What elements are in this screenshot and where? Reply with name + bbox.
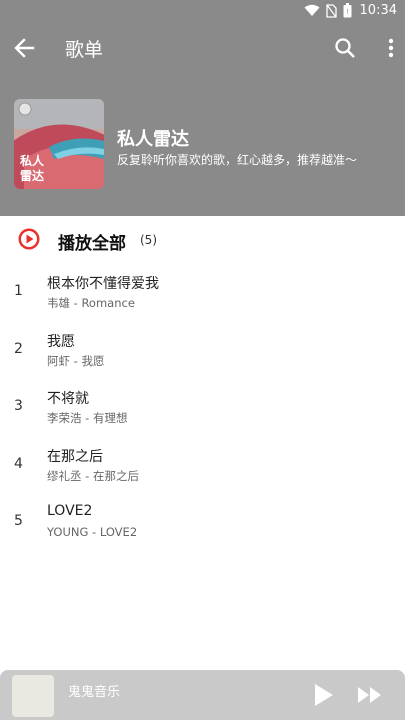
song-artist-album: 缪礼丞 - 在那之后 bbox=[47, 468, 139, 483]
more-vertical-icon bbox=[388, 38, 394, 58]
song-artist-album: 阿虾 - 我愿 bbox=[47, 353, 105, 368]
song-title: 在那之后 bbox=[47, 448, 103, 465]
cover-label: 私人 雷达 bbox=[20, 154, 45, 183]
song-index: 1 bbox=[14, 283, 23, 299]
play-all-button[interactable]: 播放全部 (5) bbox=[0, 216, 405, 264]
toolbar: 歌单 bbox=[0, 24, 405, 72]
page-title: 歌单 bbox=[65, 39, 104, 61]
playlist-name: 私人雷达 bbox=[117, 129, 189, 150]
search-button[interactable] bbox=[331, 34, 359, 62]
play-icon[interactable] bbox=[310, 682, 336, 708]
song-count: (5) bbox=[140, 233, 157, 247]
status-bar: ! 10:34 bbox=[0, 0, 405, 24]
search-icon bbox=[335, 38, 355, 58]
play-circle-icon bbox=[18, 228, 40, 250]
song-index: 5 bbox=[14, 513, 23, 529]
wifi-icon bbox=[304, 4, 320, 16]
no-sim-icon bbox=[325, 3, 337, 18]
song-index: 3 bbox=[14, 398, 23, 414]
song-index: 2 bbox=[14, 340, 23, 357]
svg-text:!: ! bbox=[346, 8, 349, 16]
playlist-cover[interactable]: 私人 雷达 bbox=[14, 99, 104, 189]
song-list: 1 根本你不懂得爱我 韦雄 - Romance 2 我愿 阿虾 - 我愿 3 不… bbox=[0, 264, 405, 552]
back-button[interactable] bbox=[10, 34, 38, 62]
mini-player-title: 鬼鬼音乐 bbox=[68, 685, 121, 700]
song-index: 4 bbox=[14, 455, 23, 472]
song-title: LOVE2 bbox=[47, 503, 93, 519]
song-title: 不将就 bbox=[47, 391, 89, 407]
song-row[interactable]: 5 LOVE2 YOUNG - LOVE2 bbox=[0, 494, 405, 552]
song-artist-album: 韦雄 - Romance bbox=[47, 296, 135, 310]
mini-player-cover[interactable] bbox=[12, 675, 54, 717]
status-time: 10:34 bbox=[359, 3, 397, 18]
battery-icon: ! bbox=[343, 3, 352, 18]
status-icons: ! 10:34 bbox=[304, 3, 397, 18]
song-title: 我愿 bbox=[47, 333, 75, 350]
more-options-button[interactable] bbox=[383, 34, 399, 62]
mini-player[interactable]: 鬼鬼音乐 bbox=[0, 670, 405, 720]
arrow-left-icon bbox=[14, 38, 35, 58]
song-row[interactable]: 3 不将就 李荣浩 - 有理想 bbox=[0, 379, 405, 437]
song-title: 根本你不懂得爱我 bbox=[47, 276, 159, 292]
song-artist-album: 李荣浩 - 有理想 bbox=[47, 411, 128, 425]
song-row[interactable]: 4 在那之后 缪礼丞 - 在那之后 bbox=[0, 437, 405, 495]
playlist-header: 歌单 私人 雷达 私人雷达 反复聆听你喜欢的歌，红心越多，推荐越准～ bbox=[0, 24, 405, 216]
song-row[interactable]: 2 我愿 阿虾 - 我愿 bbox=[0, 322, 405, 380]
song-row[interactable]: 1 根本你不懂得爱我 韦雄 - Romance bbox=[0, 264, 405, 322]
playlist-description: 反复聆听你喜欢的歌，红心越多，推荐越准～ bbox=[117, 153, 358, 167]
skip-next-icon[interactable] bbox=[356, 682, 384, 708]
song-artist-album: YOUNG - LOVE2 bbox=[47, 525, 138, 539]
play-all-label: 播放全部 bbox=[58, 234, 126, 254]
